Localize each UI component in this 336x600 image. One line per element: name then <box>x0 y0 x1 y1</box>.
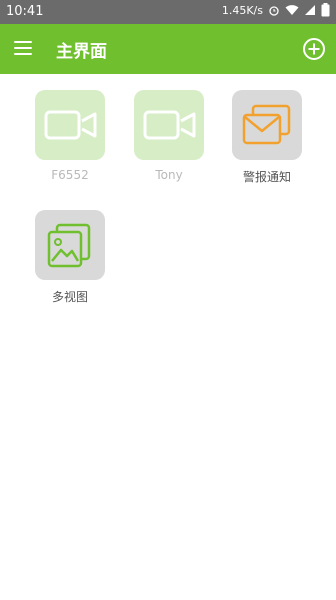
shortcut-label: 多视图 <box>51 290 88 304</box>
menu-button[interactable] <box>14 40 36 58</box>
status-indicators: 1.45K/s <box>222 3 330 17</box>
add-device-button[interactable] <box>302 37 326 61</box>
video-camera-icon <box>143 110 196 140</box>
video-camera-icon <box>44 110 97 140</box>
shortcut-label: 警报通知 <box>242 170 291 184</box>
device-tile-f6552[interactable]: F6552 <box>35 90 107 182</box>
status-time: 10:41 <box>6 4 44 19</box>
device-label: Tony <box>155 168 183 182</box>
multiview-thumbnail <box>35 210 105 280</box>
battery-icon <box>321 3 330 17</box>
image-gallery-icon <box>47 223 91 268</box>
device-tile-tony[interactable]: Tony <box>134 90 206 182</box>
network-speed: 1.45K/s <box>221 3 263 17</box>
status-bar: 10:41 1.45K/s <box>0 0 336 24</box>
envelope-icon <box>242 104 291 145</box>
device-label: F6552 <box>51 168 89 182</box>
page-title: 主界面 <box>56 42 107 62</box>
app-bar: 主界面 <box>0 24 336 74</box>
multiview-tile[interactable]: 多视图 <box>35 210 107 305</box>
add-circle-icon <box>303 38 325 60</box>
signal-icon <box>305 5 315 15</box>
alarm-clock-icon <box>269 6 279 16</box>
alarm-thumbnail <box>232 90 302 160</box>
device-thumbnail <box>35 90 105 160</box>
wifi-icon <box>285 5 299 15</box>
alarm-notification-tile[interactable]: 警报通知 <box>232 90 304 185</box>
device-thumbnail <box>134 90 204 160</box>
